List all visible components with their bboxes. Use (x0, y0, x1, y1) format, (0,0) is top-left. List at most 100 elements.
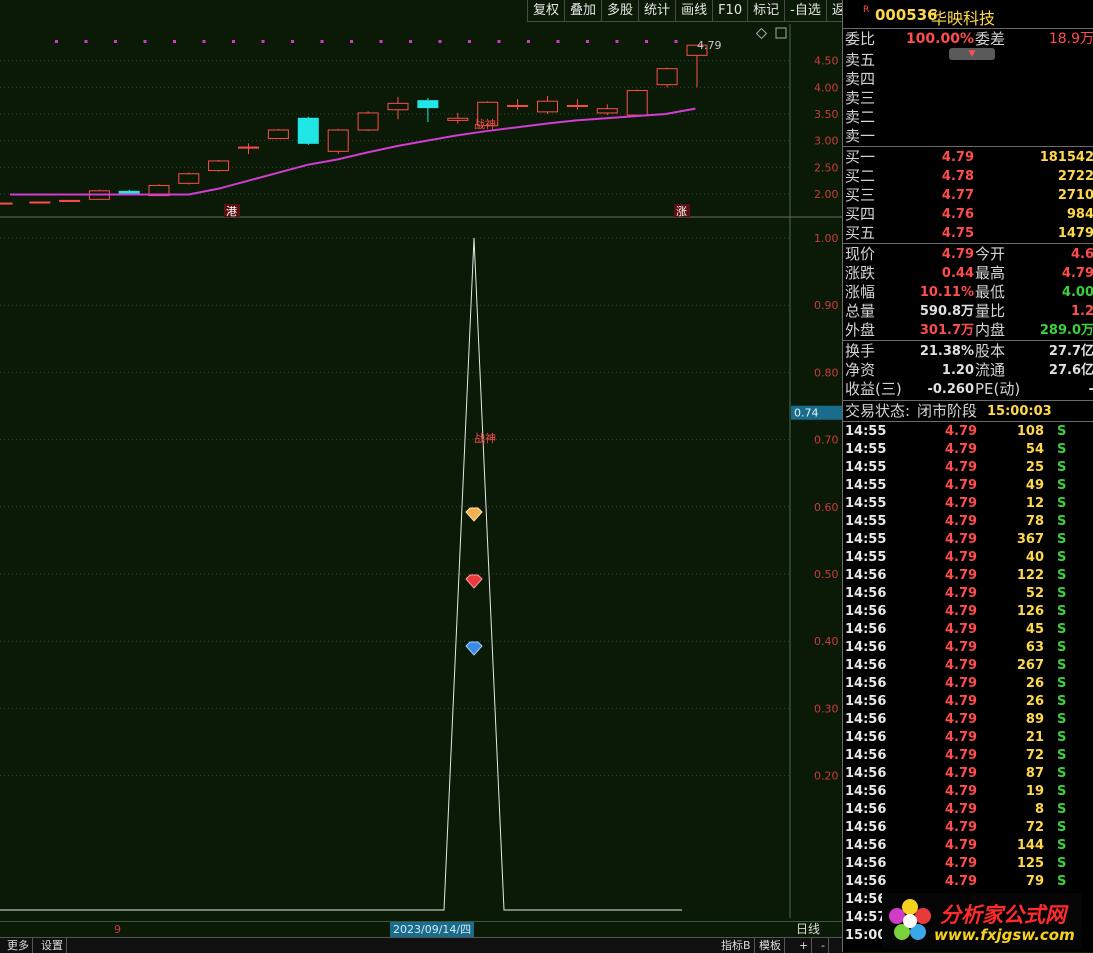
toolbar-button-6[interactable]: 标记 (747, 0, 785, 22)
candle-body[interactable] (0, 202, 13, 205)
toolbar-button-5[interactable]: F10 (712, 0, 748, 22)
stat-row: 外盘 301.7万 内盘 289.0万 (845, 321, 1093, 339)
tick-row: 14:55 4.79 108 S (845, 424, 1067, 439)
sell-row: 卖三 (845, 89, 876, 107)
oscillator-chart[interactable]: 1.00 0.90 0.80 0.70 0.60 0.50 0.40 0.30 0.20 0.74… (0, 218, 842, 918)
osc-axis-label: 0.50 (814, 568, 839, 581)
price-axis-label: 3.00 (814, 135, 839, 148)
chart-toolbar: 复权叠加多股统计画线F10标记-自选返回 (527, 0, 863, 24)
zoom-in-button[interactable]: + (796, 938, 813, 953)
tick-row: 14:55 4.79 12 S (845, 496, 1067, 511)
candle-body[interactable] (387, 102, 409, 111)
candle-body[interactable] (208, 160, 230, 172)
last-price-label: 4.79 (697, 39, 722, 52)
marker-left: 港 (226, 205, 237, 218)
tick-row: 14:56 4.79 122 S (845, 568, 1067, 583)
buy-row: 买二 4.78 2722 (845, 167, 1093, 185)
candle-body[interactable] (626, 90, 648, 116)
tick-row: 14:55 4.79 78 S (845, 514, 1067, 529)
candle-body[interactable] (267, 129, 289, 140)
buy-row: 买一 4.79 181542 (845, 148, 1093, 166)
price-axis-label: 4.00 (814, 81, 839, 94)
tick-row: 14:56 4.79 19 S (845, 784, 1067, 799)
tick-row: 14:56 4.79 125 S (845, 856, 1067, 871)
candle-body[interactable] (357, 112, 379, 131)
zoom-out-button[interactable]: - (818, 938, 829, 953)
tick-row: 14:56 4.79 89 S (845, 712, 1067, 727)
toolbar-button-2[interactable]: 多股 (601, 0, 639, 22)
sell-row: 卖四 (845, 70, 876, 88)
candle-body[interactable] (507, 104, 529, 108)
candle-body[interactable] (447, 117, 469, 121)
candle-body[interactable] (537, 100, 558, 113)
signal-dot (497, 40, 501, 43)
candle-body[interactable] (566, 104, 588, 108)
osc-axis-label: 0.70 (814, 434, 839, 447)
cursor-date-label: 2023/09/14/四 (390, 922, 475, 937)
stock-name[interactable]: 华映科技 (931, 5, 995, 29)
date-axis: 9 2023/09/14/四 日线 (0, 921, 842, 938)
stat-row: 换手 21.38% 股本 27.7亿 (845, 342, 1093, 360)
candlestick-chart[interactable]: 4.50 4.00 3.50 3.00 2.50 2.00 4.79 战神港 涨 (0, 24, 842, 218)
signal-dot (114, 40, 117, 43)
current-value-label: 0.74 (794, 407, 819, 420)
tick-row: 14:56 4.79 26 S (845, 676, 1067, 691)
tick-row: 14:55 4.79 40 S (845, 550, 1067, 565)
tick-row: 14:56 4.79 8 S (845, 802, 1067, 817)
price-axis-label: 4.50 (814, 55, 839, 68)
signal-dot (645, 40, 648, 43)
period-button[interactable]: 日线 (796, 922, 820, 937)
tick-row: 14:56 4.79 144 S (845, 838, 1067, 853)
date-tick: 9 (114, 923, 121, 936)
osc-axis-label: 0.80 (814, 366, 839, 379)
candle-body[interactable] (417, 100, 439, 109)
tick-row: 14:55 4.79 49 S (845, 478, 1067, 493)
signal-dot (84, 40, 88, 43)
tick-row: 14:55 4.79 54 S (845, 442, 1067, 457)
toolbar-button-4[interactable]: 画线 (675, 0, 713, 22)
toolbar-button-0[interactable]: 复权 (527, 0, 565, 22)
osc-axis-label: 1.00 (814, 232, 839, 245)
signal-dot (409, 40, 412, 43)
signal-dot (674, 40, 678, 43)
weibi-row: 委比 100.00% 委差 18.9万 (845, 30, 1093, 48)
candle-body[interactable] (59, 199, 81, 202)
toolbar-button-3[interactable]: 统计 (638, 0, 676, 22)
signal-dot (379, 40, 383, 43)
stat-row: 现价 4.79 今开 4.6 (845, 245, 1093, 263)
lower-annotation: 战神 (474, 431, 496, 445)
tick-row: 14:56 4.79 72 S (845, 748, 1067, 763)
candle-body[interactable] (327, 129, 349, 152)
osc-axis-label: 0.40 (814, 635, 839, 648)
tick-row: 14:56 4.79 126 S (845, 604, 1067, 619)
quote-panel: R 000536 华映科技 委比 100.00% 委差 18.9万 ▼ 卖五 卖四… (842, 0, 1093, 952)
tick-row: 14:56 4.79 45 S (845, 622, 1067, 637)
candle-body[interactable] (596, 108, 618, 114)
watermark-title: 分析家公式网 (940, 903, 1066, 927)
toolbar-button-7[interactable]: -自选 (784, 0, 826, 22)
tick-row: 14:56 4.79 52 S (845, 586, 1067, 601)
flag-badge: R (863, 5, 870, 15)
candle-body[interactable] (656, 68, 678, 86)
tick-row: 14:56 4.79 26 S (845, 694, 1067, 709)
signal-dot (320, 40, 324, 43)
toolbar-button-1[interactable]: 叠加 (564, 0, 602, 22)
marker-right: 涨 (676, 205, 687, 218)
more-button[interactable]: 更多 (4, 938, 33, 953)
tick-row: 14:56 4.79 21 S (845, 730, 1067, 745)
sell-row: 卖二 (845, 108, 876, 126)
candle-body[interactable] (238, 146, 259, 149)
indicator-b-button[interactable]: 指标B (718, 938, 755, 953)
signal-dot (468, 40, 471, 43)
settings-button[interactable]: 设置 (38, 938, 67, 953)
signal-dot (615, 40, 619, 43)
template-button[interactable]: 模板 (756, 938, 785, 953)
price-axis-label: 2.00 (814, 188, 839, 201)
candle-body[interactable] (29, 201, 51, 204)
sell-row: 卖一 (845, 127, 876, 145)
price-axis-label: 2.50 (814, 161, 839, 174)
stock-code: 000536 (875, 6, 938, 24)
candle-body[interactable] (297, 117, 319, 144)
upper-annotation: 战神 (474, 117, 496, 131)
candle-body[interactable] (178, 173, 200, 184)
